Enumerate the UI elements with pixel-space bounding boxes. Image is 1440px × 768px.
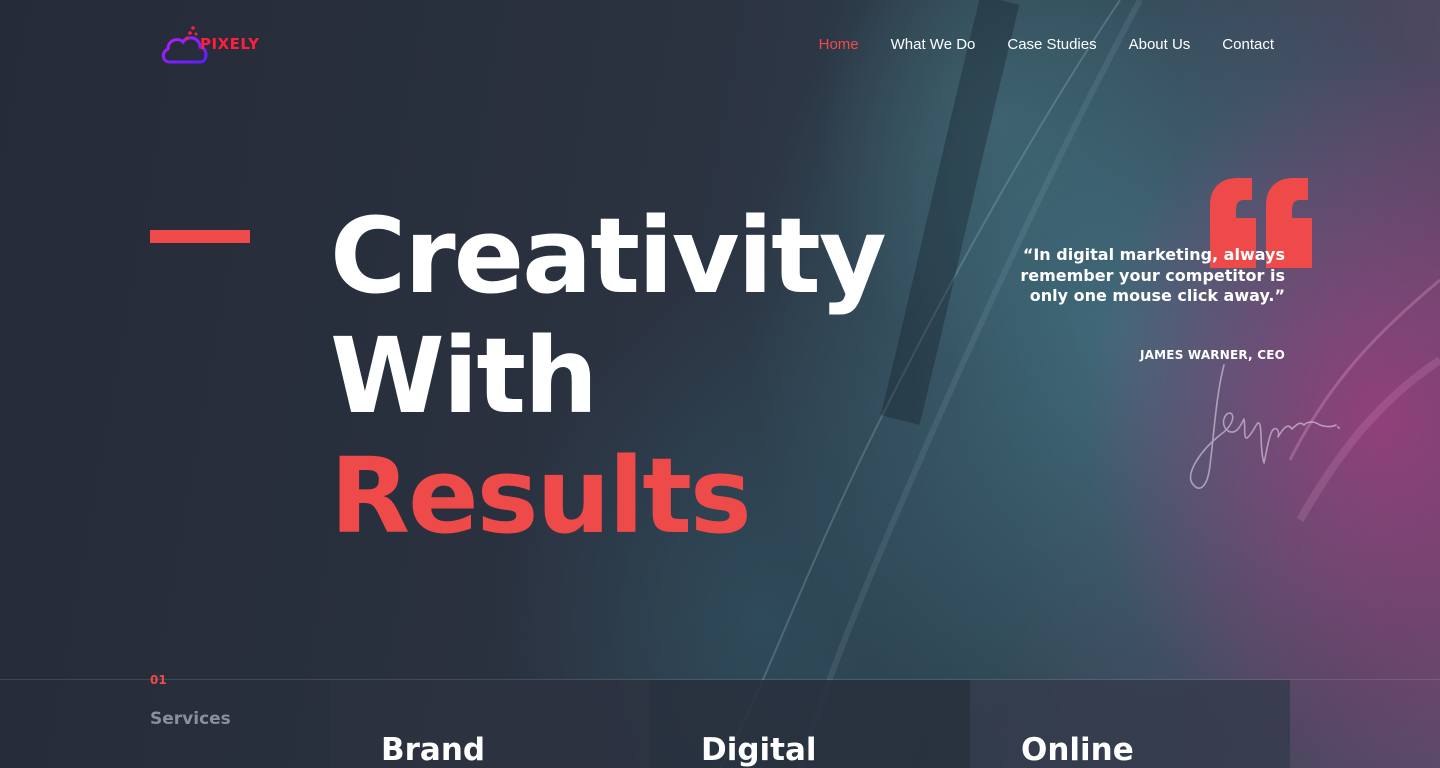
site-header: PIXELY Home What We Do Case Studies Abou…: [0, 0, 1440, 90]
decorative-dash: [150, 230, 250, 243]
site-logo[interactable]: PIXELY: [160, 24, 270, 68]
main-nav: Home What We Do Case Studies About Us Co…: [819, 36, 1274, 53]
service-card-online[interactable]: Online: [970, 680, 1290, 768]
testimonial-quote: “In digital marketing, always remember y…: [1020, 245, 1285, 305]
nav-item-home[interactable]: Home: [819, 36, 859, 53]
headline-line-1: Creativity: [330, 195, 887, 317]
hero-headline: Creativity With Results: [330, 195, 887, 557]
signature-image: [1189, 364, 1340, 489]
nav-item-about-us[interactable]: About Us: [1129, 36, 1191, 53]
nav-item-what-we-do[interactable]: What We Do: [891, 36, 976, 53]
service-card-title: Online: [1021, 732, 1134, 768]
nav-item-case-studies[interactable]: Case Studies: [1007, 36, 1096, 53]
section-number: 01: [150, 673, 167, 687]
headline-line-3: Results: [330, 435, 752, 557]
logo-wordmark: PIXELY: [200, 35, 260, 53]
headline-line-2: With: [330, 315, 598, 437]
nav-item-contact[interactable]: Contact: [1222, 36, 1274, 53]
section-label: Services: [150, 709, 231, 729]
service-card-title: Digital: [701, 732, 817, 768]
service-card-title: Brand: [381, 732, 486, 768]
service-card-brand[interactable]: Brand: [330, 680, 650, 768]
service-card-digital[interactable]: Digital: [650, 680, 970, 768]
